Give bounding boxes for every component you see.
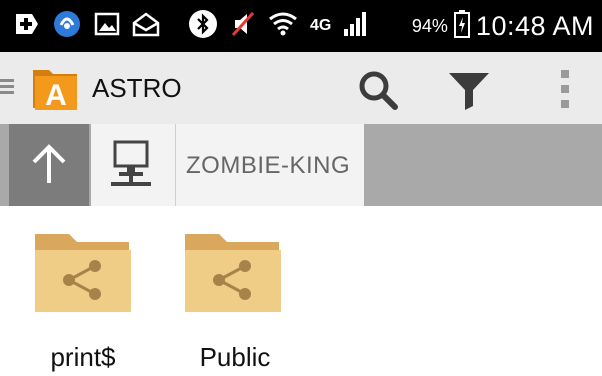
breadcrumb-host-label: ZOMBIE-KING xyxy=(186,152,351,179)
lte-icon: 4G xyxy=(310,17,332,34)
mute-icon xyxy=(230,10,256,43)
shared-folder-icon xyxy=(185,234,281,312)
file-label: Public xyxy=(199,342,271,372)
file-item-print[interactable]: print$ xyxy=(13,206,153,376)
logo-letter: A xyxy=(45,79,67,112)
plus-box-icon xyxy=(12,10,40,43)
signal-logo-icon xyxy=(52,9,82,44)
drawer-icon[interactable] xyxy=(0,76,14,97)
mail-icon xyxy=(132,11,160,42)
up-button[interactable] xyxy=(9,124,89,206)
battery-percent: 94% xyxy=(411,15,448,36)
app-bar: A ASTRO xyxy=(0,52,602,124)
lte-label: 4G xyxy=(310,17,332,34)
search-icon[interactable] xyxy=(356,68,400,112)
status-time: 10:48 AM xyxy=(475,10,594,41)
signal-bars-icon xyxy=(343,11,367,42)
breadcrumb-host[interactable]: ZOMBIE-KING xyxy=(175,124,364,206)
status-bar: 4G 94% 10:48 AM xyxy=(0,0,602,52)
app-title: ASTRO xyxy=(92,73,182,103)
wifi-icon xyxy=(268,9,298,44)
file-grid: print$ Public xyxy=(0,206,602,376)
battery-icon xyxy=(453,9,470,43)
breadcrumb-network[interactable] xyxy=(91,124,181,206)
astro-logo-icon[interactable]: A xyxy=(31,64,81,112)
path-bar: ZOMBIE-KING xyxy=(0,124,602,206)
network-computer-icon xyxy=(111,140,151,186)
overflow-menu-icon[interactable] xyxy=(558,68,572,110)
shared-folder-icon xyxy=(35,234,131,312)
filter-icon[interactable] xyxy=(446,70,492,110)
file-label: print$ xyxy=(50,342,116,372)
file-item-public[interactable]: Public xyxy=(165,206,305,376)
gallery-icon xyxy=(94,11,120,42)
arrow-up-icon xyxy=(32,144,66,183)
bluetooth-icon xyxy=(188,9,218,44)
